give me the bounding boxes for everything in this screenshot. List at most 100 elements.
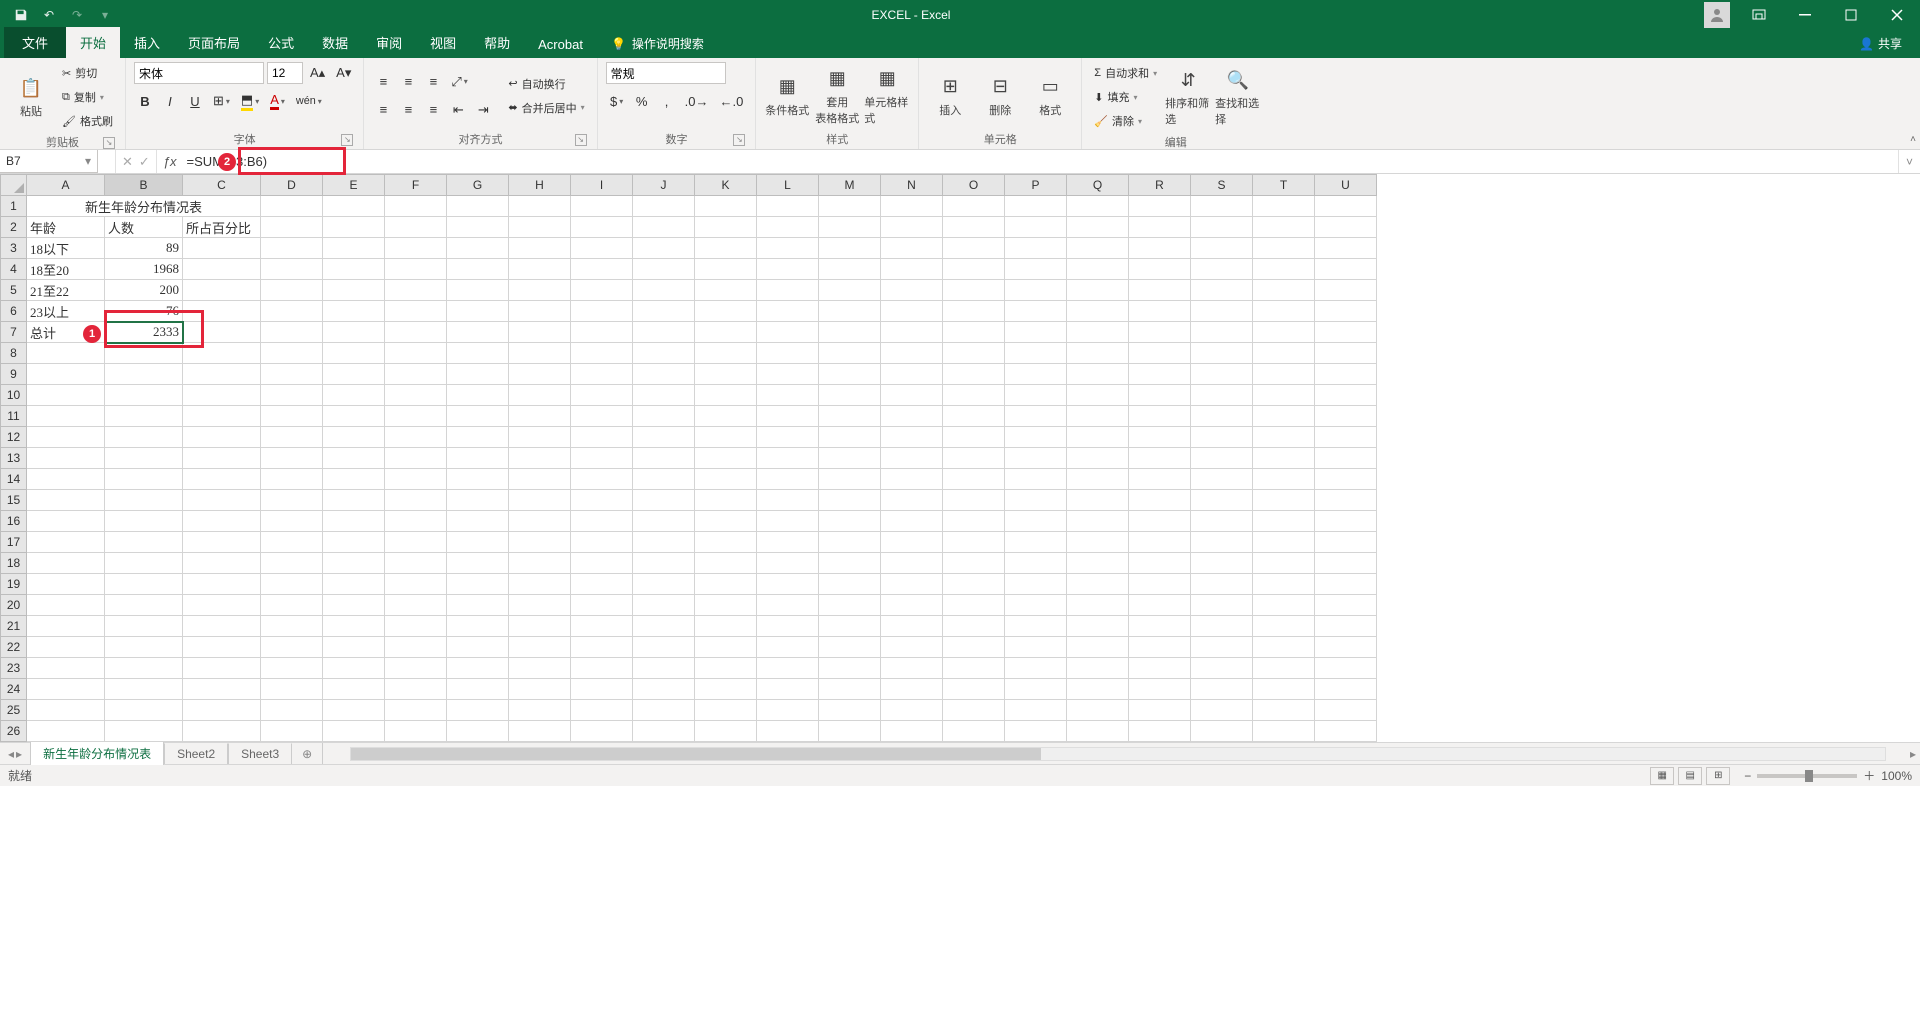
cell[interactable] bbox=[105, 679, 183, 700]
sort-filter-button[interactable]: ⇵排序和筛选 bbox=[1165, 67, 1211, 127]
cell[interactable] bbox=[183, 427, 261, 448]
cell[interactable] bbox=[1129, 532, 1191, 553]
cell[interactable] bbox=[695, 469, 757, 490]
row-header[interactable]: 25 bbox=[1, 700, 27, 721]
cell[interactable] bbox=[447, 637, 509, 658]
cell[interactable] bbox=[105, 595, 183, 616]
cell[interactable] bbox=[183, 406, 261, 427]
cell[interactable] bbox=[633, 511, 695, 532]
cell[interactable] bbox=[695, 385, 757, 406]
percent-button[interactable]: % bbox=[631, 90, 653, 112]
cell[interactable] bbox=[1005, 595, 1067, 616]
cell[interactable] bbox=[385, 280, 447, 301]
cell[interactable] bbox=[633, 490, 695, 511]
cell[interactable] bbox=[881, 238, 943, 259]
column-header[interactable]: R bbox=[1129, 175, 1191, 196]
cell[interactable] bbox=[1315, 574, 1377, 595]
cell[interactable] bbox=[1067, 616, 1129, 637]
cell[interactable] bbox=[105, 637, 183, 658]
cell[interactable] bbox=[509, 196, 571, 217]
column-header[interactable]: T bbox=[1253, 175, 1315, 196]
cell[interactable] bbox=[1005, 343, 1067, 364]
cell[interactable] bbox=[323, 280, 385, 301]
cell[interactable] bbox=[509, 364, 571, 385]
cell[interactable] bbox=[695, 322, 757, 343]
cell[interactable] bbox=[1067, 469, 1129, 490]
cell[interactable] bbox=[1067, 301, 1129, 322]
cell[interactable] bbox=[1315, 679, 1377, 700]
cell[interactable] bbox=[27, 427, 105, 448]
cell[interactable] bbox=[105, 364, 183, 385]
cell[interactable] bbox=[943, 658, 1005, 679]
cell[interactable] bbox=[447, 280, 509, 301]
cell[interactable] bbox=[943, 364, 1005, 385]
row-header[interactable]: 10 bbox=[1, 385, 27, 406]
cell[interactable] bbox=[1005, 196, 1067, 217]
cell[interactable] bbox=[1129, 406, 1191, 427]
cell[interactable] bbox=[1067, 511, 1129, 532]
align-bottom-button[interactable]: ≡ bbox=[422, 71, 444, 93]
delete-cells-button[interactable]: ⊟删除 bbox=[977, 74, 1023, 118]
increase-indent-button[interactable]: ⇥ bbox=[472, 99, 494, 121]
orientation-button[interactable]: ⤢ bbox=[447, 71, 471, 93]
cell[interactable] bbox=[1005, 532, 1067, 553]
cell[interactable] bbox=[1067, 448, 1129, 469]
cell[interactable] bbox=[943, 721, 1005, 742]
cell[interactable] bbox=[509, 427, 571, 448]
cell[interactable] bbox=[1253, 658, 1315, 679]
cell[interactable] bbox=[757, 532, 819, 553]
cell[interactable] bbox=[819, 280, 881, 301]
cell[interactable] bbox=[1129, 469, 1191, 490]
cell[interactable] bbox=[633, 595, 695, 616]
cell[interactable] bbox=[1253, 553, 1315, 574]
cell[interactable] bbox=[1191, 721, 1253, 742]
cell[interactable] bbox=[633, 469, 695, 490]
cell[interactable] bbox=[1253, 427, 1315, 448]
cell[interactable] bbox=[183, 721, 261, 742]
cell[interactable] bbox=[1129, 679, 1191, 700]
cell[interactable] bbox=[323, 616, 385, 637]
cell[interactable]: 1968 bbox=[105, 259, 183, 280]
cell[interactable] bbox=[881, 658, 943, 679]
horizontal-scrollbar[interactable] bbox=[350, 747, 1886, 761]
cell[interactable] bbox=[1253, 301, 1315, 322]
sheet-nav-first-icon[interactable]: ◂ bbox=[8, 747, 14, 761]
cell[interactable] bbox=[1067, 322, 1129, 343]
column-header[interactable]: N bbox=[881, 175, 943, 196]
cell[interactable] bbox=[27, 406, 105, 427]
cell-styles-button[interactable]: ▦单元格样式 bbox=[864, 66, 910, 126]
cell[interactable] bbox=[447, 679, 509, 700]
cell[interactable] bbox=[633, 343, 695, 364]
underline-button[interactable]: U bbox=[184, 90, 206, 112]
cell[interactable] bbox=[447, 511, 509, 532]
cell[interactable] bbox=[27, 721, 105, 742]
cell[interactable] bbox=[695, 238, 757, 259]
row-header[interactable]: 3 bbox=[1, 238, 27, 259]
cell[interactable] bbox=[571, 301, 633, 322]
cell[interactable] bbox=[183, 238, 261, 259]
cell[interactable] bbox=[1253, 721, 1315, 742]
cell[interactable] bbox=[1067, 217, 1129, 238]
row-header[interactable]: 16 bbox=[1, 511, 27, 532]
cell[interactable] bbox=[1129, 259, 1191, 280]
cell[interactable] bbox=[27, 553, 105, 574]
zoom-slider[interactable] bbox=[1757, 774, 1857, 778]
cell[interactable] bbox=[757, 553, 819, 574]
cell[interactable] bbox=[633, 532, 695, 553]
merge-center-button[interactable]: ⬌合并后居中▾ bbox=[504, 97, 588, 119]
cell[interactable] bbox=[881, 280, 943, 301]
cell[interactable] bbox=[757, 490, 819, 511]
cell[interactable] bbox=[385, 469, 447, 490]
cell[interactable] bbox=[1005, 322, 1067, 343]
column-header[interactable]: D bbox=[261, 175, 323, 196]
cell[interactable] bbox=[1315, 721, 1377, 742]
row-header[interactable]: 12 bbox=[1, 427, 27, 448]
cell[interactable]: 年龄 bbox=[27, 217, 105, 238]
page-break-view-button[interactable]: ⊞ bbox=[1706, 767, 1730, 785]
cell[interactable] bbox=[447, 490, 509, 511]
cell[interactable] bbox=[819, 553, 881, 574]
align-center-button[interactable]: ≡ bbox=[397, 99, 419, 121]
cell[interactable] bbox=[1315, 490, 1377, 511]
cell[interactable] bbox=[385, 658, 447, 679]
cell[interactable] bbox=[1253, 217, 1315, 238]
